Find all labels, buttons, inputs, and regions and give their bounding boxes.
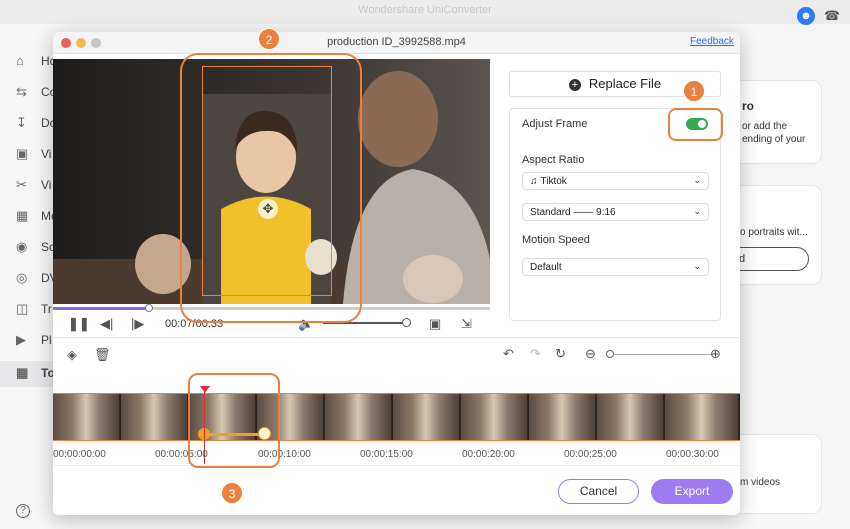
next-frame-icon[interactable]: |▶ — [131, 316, 144, 332]
film-frame — [53, 394, 121, 440]
delete-icon[interactable]: 🗑 — [94, 347, 111, 363]
aspect-ratio-value-select[interactable]: Standard —— 9:16 ⌄ — [522, 203, 709, 221]
reset-icon[interactable]: ↻ — [555, 346, 566, 362]
chevron-down-icon: ⌄ — [693, 261, 701, 271]
plus-circle-icon: + — [568, 79, 581, 91]
motion-speed-select[interactable]: Default ⌄ — [522, 258, 709, 276]
timeline-tick: 00:00:30:00 — [666, 449, 719, 460]
film-frame — [665, 394, 740, 440]
transfer-icon: ◫ — [16, 301, 29, 316]
divider — [53, 465, 740, 466]
film-frame — [325, 394, 393, 440]
adjust-frame-label: Adjust Frame — [522, 118, 588, 130]
film-frame — [597, 394, 665, 440]
callout-2-outline — [180, 53, 362, 323]
bg-card-1-text-2: ending of your — [742, 134, 806, 145]
snapshot-icon[interactable]: ▣ — [429, 316, 441, 332]
bg-card-3-text: m videos — [740, 477, 781, 488]
chevron-down-icon: ⌄ — [693, 175, 701, 185]
video-icon: ▣ — [16, 146, 29, 161]
export-button[interactable]: Export — [651, 479, 733, 504]
divider — [53, 337, 740, 338]
grid-icon: ▦ — [16, 365, 29, 380]
merge-icon: ▦ — [16, 208, 29, 223]
film-frame — [529, 394, 597, 440]
convert-icon: ⇆ — [16, 84, 27, 99]
app-title: Wondershare UniConverter — [358, 4, 492, 16]
timeline-tick: 00:00:25:00 — [564, 449, 617, 460]
callout-3-outline — [188, 373, 280, 468]
film-frame — [461, 394, 529, 440]
bg-card-1-title: ro — [742, 99, 754, 113]
adjust-frame-dialog: production ID_3992588.mp4 Feedback ✥ ❚❚ … — [53, 32, 740, 515]
film-frame — [121, 394, 189, 440]
timeline-tick: 00:00:20:00 — [462, 449, 515, 460]
headset-icon[interactable]: ☎ — [823, 7, 841, 25]
aspect-ratio-label: Aspect Ratio — [522, 154, 585, 166]
zoom-in-icon[interactable]: ⊕ — [710, 346, 721, 362]
feedback-link[interactable]: Feedback — [690, 36, 734, 47]
dvd-icon: ◎ — [16, 270, 28, 285]
callout-2-badge: 2 — [258, 28, 280, 50]
motion-speed-label: Motion Speed — [522, 234, 590, 246]
callout-1-badge: 1 — [683, 80, 705, 102]
timeline-zoom-knob[interactable] — [606, 350, 614, 358]
dialog-title: production ID_3992588.mp4 — [327, 36, 466, 48]
playback-progress-fill — [53, 307, 150, 310]
previous-frame-icon[interactable]: ◀| — [100, 316, 113, 332]
bg-card-1-text-1: or add the — [742, 121, 788, 132]
player-icon: ▶ — [16, 332, 26, 347]
zoom-out-icon[interactable]: ⊖ — [585, 346, 596, 362]
film-frame — [393, 394, 461, 440]
cancel-button[interactable]: Cancel — [558, 479, 639, 504]
home-icon: ⌂ — [16, 53, 24, 68]
callout-1-outline — [668, 108, 723, 141]
timeline-tick: 00:00:00:00 — [53, 449, 106, 460]
screen-icon: ◉ — [16, 239, 28, 254]
timeline-zoom-slider[interactable] — [611, 354, 713, 355]
redo-icon[interactable]: ↷ — [530, 346, 541, 362]
undo-icon[interactable]: ↶ — [503, 346, 514, 362]
fullscreen-icon[interactable]: ⇲ — [461, 316, 472, 332]
callout-3-badge: 3 — [221, 482, 243, 504]
add-keyframe-icon[interactable]: ◈ — [67, 347, 77, 363]
scissors-icon: ✂ — [16, 177, 27, 192]
timeline-tick: 00:00:15:00 — [360, 449, 413, 460]
pause-icon[interactable]: ❚❚ — [68, 316, 90, 332]
tiktok-icon: ♫ — [530, 176, 538, 187]
volume-knob[interactable] — [401, 318, 411, 327]
aspect-ratio-platform-select[interactable]: ♫ Tiktok ⌄ — [522, 172, 709, 190]
chevron-down-icon: ⌄ — [693, 206, 701, 216]
bg-card-2-text: o portraits wit... — [740, 227, 808, 238]
playback-progress-knob[interactable] — [145, 304, 154, 312]
user-avatar-icon[interactable]: ☻ — [797, 7, 815, 25]
download-icon: ↧ — [16, 115, 27, 130]
